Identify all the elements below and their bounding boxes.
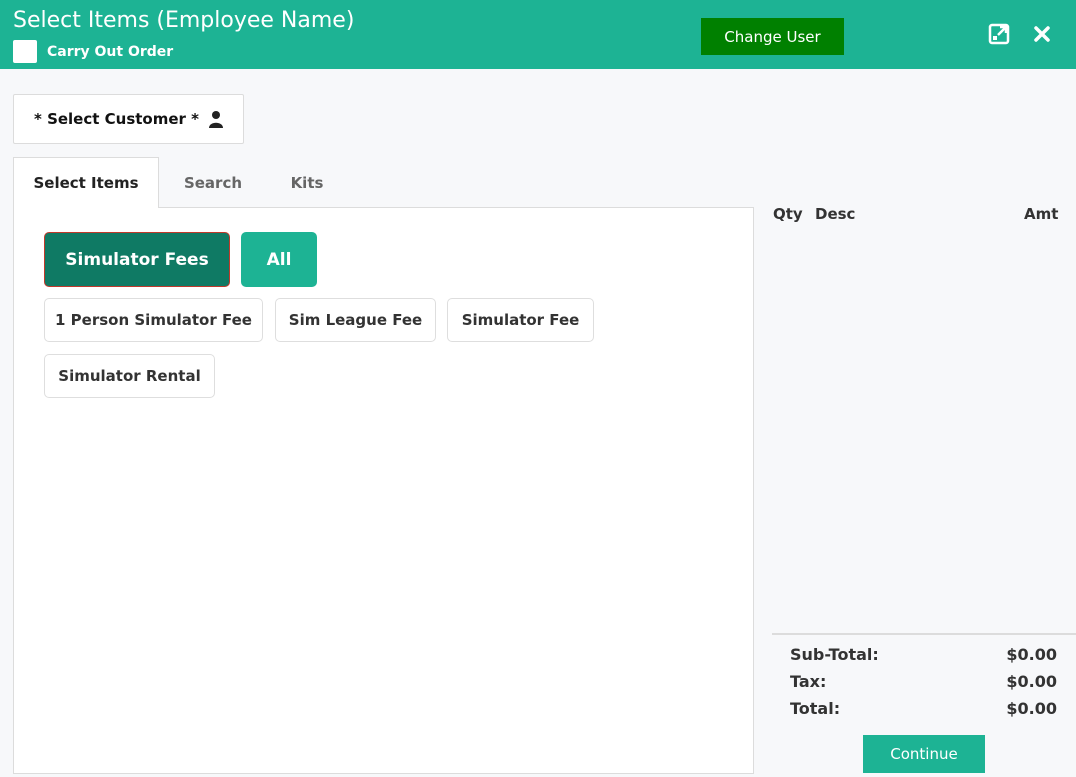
order-column-qty: Qty — [773, 205, 803, 223]
items-panel: Simulator Fees All 1 Person Simulator Fe… — [13, 207, 754, 774]
header-bar: Select Items (Employee Name) Carry Out O… — [0, 0, 1076, 69]
select-customer-button[interactable]: * Select Customer * — [13, 94, 244, 144]
total-label: Total: — [790, 699, 841, 718]
subtotal-row: Sub-Total: $0.00 — [790, 645, 1057, 664]
totals-divider — [772, 633, 1076, 635]
total-value: $0.00 — [1006, 699, 1057, 718]
user-icon — [209, 110, 223, 128]
continue-button[interactable]: Continue — [863, 735, 985, 773]
close-icon[interactable] — [1029, 21, 1055, 47]
order-column-desc: Desc — [815, 205, 856, 223]
carry-out-order-toggle[interactable]: Carry Out Order — [13, 40, 173, 63]
expand-icon[interactable] — [986, 21, 1012, 47]
tab-bar: Select Items Search Kits — [13, 157, 347, 208]
subtotal-label: Sub-Total: — [790, 645, 879, 664]
change-user-button[interactable]: Change User — [701, 18, 844, 55]
tab-select-items[interactable]: Select Items — [13, 157, 159, 208]
item-sim-league-fee-button[interactable]: Sim League Fee — [275, 298, 436, 342]
category-simulator-fees-button[interactable]: Simulator Fees — [44, 232, 230, 287]
tax-row: Tax: $0.00 — [790, 672, 1057, 691]
item-simulator-fee-button[interactable]: Simulator Fee — [447, 298, 594, 342]
category-all-button[interactable]: All — [241, 232, 317, 287]
subtotal-value: $0.00 — [1006, 645, 1057, 664]
carry-out-checkbox[interactable] — [13, 40, 37, 63]
select-customer-label: * Select Customer * — [34, 110, 199, 128]
tax-label: Tax: — [790, 672, 827, 691]
tax-value: $0.00 — [1006, 672, 1057, 691]
tab-kits[interactable]: Kits — [267, 157, 347, 208]
item-simulator-rental-button[interactable]: Simulator Rental — [44, 354, 215, 398]
item-1-person-simulator-fee-button[interactable]: 1 Person Simulator Fee — [44, 298, 263, 342]
carry-out-label: Carry Out Order — [47, 43, 174, 60]
order-column-amt: Amt — [1024, 205, 1059, 223]
total-row: Total: $0.00 — [790, 699, 1057, 718]
page-title: Select Items (Employee Name) — [13, 8, 355, 33]
tab-search[interactable]: Search — [159, 157, 267, 208]
